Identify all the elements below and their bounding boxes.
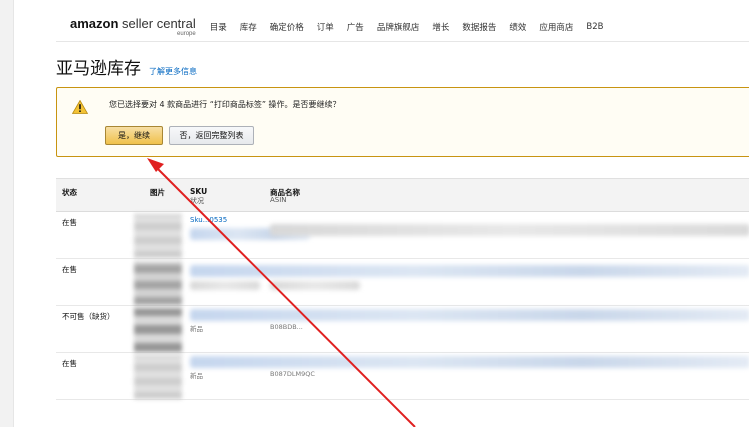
logo-brand: amazon — [70, 16, 119, 31]
product-thumbnail[interactable] — [134, 261, 182, 305]
header-image: 图片 — [150, 188, 165, 197]
condition-cell: 新品 — [190, 325, 203, 333]
table-row: 在售 — [56, 259, 749, 306]
nav-catalog[interactable]: 目录 — [210, 21, 227, 33]
nav-growth[interactable]: 增长 — [432, 21, 449, 33]
nav-performance[interactable]: 绩效 — [509, 21, 526, 33]
page-header: 亚马逊库存 了解更多信息 — [56, 54, 197, 79]
blurred-condition — [190, 281, 260, 290]
product-thumbnail[interactable] — [134, 355, 182, 399]
nav-stores[interactable]: 品牌旗舰店 — [377, 21, 420, 33]
left-page-edge — [0, 0, 14, 427]
nav-orders[interactable]: 订单 — [317, 21, 334, 33]
status-cell: 不可售（缺货） — [62, 312, 115, 321]
warning-triangle-icon — [72, 100, 88, 114]
blurred-product-name — [190, 309, 749, 321]
logo-product: seller central — [122, 16, 196, 31]
header-condition: 状况 — [190, 197, 204, 205]
nav-appstore[interactable]: 应用商店 — [539, 21, 573, 33]
back-to-list-button[interactable]: 否，返回完整列表 — [169, 126, 254, 145]
blurred-asin — [270, 281, 360, 290]
table-header: 状态 图片 SKU 状况 商品名称 ASIN — [56, 178, 749, 212]
learn-more-link[interactable]: 了解更多信息 — [149, 66, 197, 77]
nav-b2b[interactable]: B2B — [586, 22, 603, 32]
product-thumbnail[interactable] — [134, 214, 182, 258]
asin-cell: B08BDB... — [270, 323, 303, 331]
header-status: 状态 — [62, 188, 77, 197]
confirmation-alert: 您已选择要对 4 款商品进行 “打印商品标签” 操作。是否要继续？ 是，继续 否… — [56, 87, 749, 157]
status-cell: 在售 — [62, 265, 77, 274]
nav-divider — [56, 41, 749, 42]
inventory-table: 状态 图片 SKU 状况 商品名称 ASIN 在售 Sku...0535 在售 … — [56, 178, 749, 400]
blurred-product-name — [270, 224, 749, 236]
header-sku: SKU — [190, 187, 208, 196]
status-cell: 在售 — [62, 359, 77, 368]
nav-pricing[interactable]: 确定价格 — [270, 21, 304, 33]
blurred-product-name — [190, 356, 749, 368]
header-asin: ASIN — [270, 196, 287, 204]
nav-inventory[interactable]: 库存 — [240, 21, 257, 33]
product-thumbnail[interactable] — [134, 308, 182, 352]
arrow-head — [147, 158, 164, 172]
status-cell: 在售 — [62, 218, 77, 227]
page-title: 亚马逊库存 — [56, 59, 141, 79]
table-row: 不可售（缺货） 新品 B08BDB... — [56, 306, 749, 353]
logo-region: europe — [177, 31, 196, 37]
nav-advertising[interactable]: 广告 — [347, 21, 364, 33]
top-navigation: amazon seller central europe 目录 库存 确定价格 … — [70, 14, 616, 40]
nav-reports[interactable]: 数据报告 — [462, 21, 496, 33]
alert-message: 您已选择要对 4 款商品进行 “打印商品标签” 操作。是否要继续？ — [109, 100, 341, 109]
confirm-button[interactable]: 是，继续 — [105, 126, 163, 145]
condition-cell: 新品 — [190, 372, 203, 380]
table-row: 在售 Sku...0535 — [56, 212, 749, 259]
blurred-product-name — [190, 265, 749, 277]
asin-cell: B087DLM9QC — [270, 370, 315, 378]
table-row: 在售 新品 B087DLM9QC — [56, 353, 749, 400]
seller-central-logo[interactable]: amazon seller central europe — [70, 17, 196, 37]
sku-link[interactable]: Sku...0535 — [190, 216, 227, 224]
